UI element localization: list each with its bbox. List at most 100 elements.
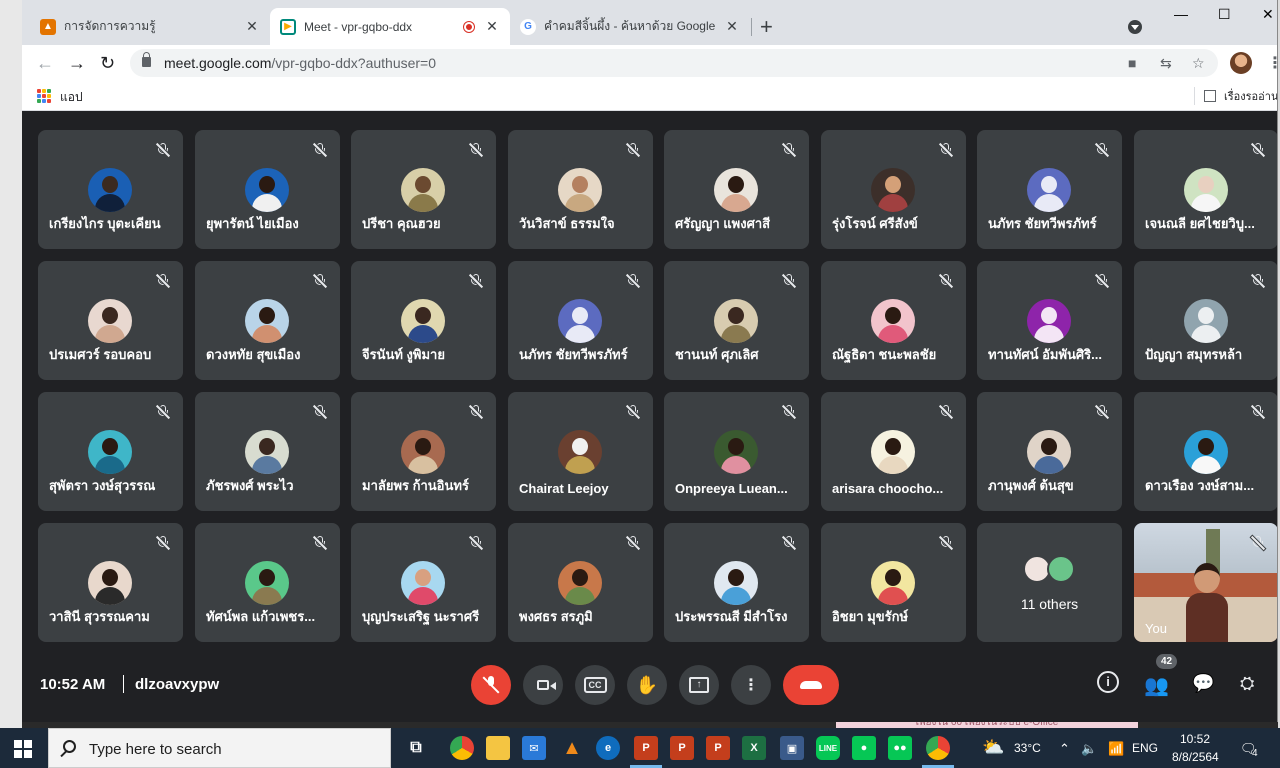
network-icon[interactable]: 📶 [1108,741,1124,757]
participant-tile[interactable]: รุ่งโรจน์ ศรีสังข์ [821,130,966,249]
participant-tile[interactable]: วาสินี สุวรรณคาม [38,523,183,642]
participant-tile[interactable]: ปัญญา สมุทรหล้า [1134,261,1277,380]
weather-icon[interactable]: ⛅ [982,737,1004,758]
participant-tile[interactable]: มาลัยพร ก้านอินทร์ [351,392,496,511]
taskbar-search-box[interactable]: Type here to search [48,728,391,768]
participant-tile[interactable]: ปรเมศวร์ รอบคอบ [38,261,183,380]
tab-knowledge-management[interactable]: ▲ การจัดการความรู้ ✕ [30,8,270,45]
forward-arrow-icon[interactable]: → [68,53,86,73]
participant-tile[interactable]: ภานุพงศ์ ต้นสุข [977,392,1122,511]
close-tab-icon[interactable]: ✕ [244,18,260,35]
participant-tile[interactable]: ยุพารัตน์ ไยเมือง [195,130,340,249]
participant-tile[interactable]: เจนณลี ยศไชยวิบู... [1134,130,1277,249]
participant-tile[interactable]: จีรนันท์ งูพิมาย [351,261,496,380]
avatar [401,430,445,474]
participant-tile[interactable]: arisara choocho... [821,392,966,511]
participant-tile[interactable]: Onpreeya Luean... [664,392,809,511]
translate-icon[interactable]: ⇆ [1160,55,1172,72]
new-tab-button[interactable]: + [760,16,773,38]
camera-toggle-button[interactable] [523,665,563,705]
lock-icon[interactable] [142,52,151,67]
people-icon[interactable]: 👥 [1144,673,1169,698]
avatar [1184,430,1228,474]
task-view-icon[interactable]: ⧉ [404,736,428,760]
participant-tile[interactable]: ดวงหทัย สุขเมือง [195,261,340,380]
address-bar[interactable]: meet.google.com/vpr-gqbo-ddx?authuser=0 … [130,49,1218,77]
reading-list-button[interactable]: เรื่องรออ่าน [1204,87,1277,105]
participant-tile[interactable]: ศรัญญา แพงศาสี [664,130,809,249]
volume-icon[interactable]: 🔈 [1081,741,1097,757]
tab-google-search[interactable]: G คำคมสีจิ้นผึ้ง - ค้นหาด้วย Google ✕ [510,8,750,45]
participant-tile[interactable]: Chairat Leejoy [508,392,653,511]
avatar [1184,299,1228,343]
bookmark-star-icon[interactable]: ☆ [1192,55,1205,72]
chat-icon[interactable]: 💬 [1192,673,1214,694]
participant-tile[interactable]: ภัชรพงศ์ พระไว [195,392,340,511]
taskbar-clock-date[interactable]: 8/8/2564 [1172,750,1219,764]
avatar [558,561,602,605]
close-tab-icon[interactable]: ✕ [724,18,740,35]
participant-tile[interactable]: ชานนท์ ศุภเลิศ [664,261,809,380]
participant-tile[interactable]: นภัทร ชัยทวีพรภัทร์ [977,130,1122,249]
weather-temperature[interactable]: 33°C [1014,741,1041,755]
close-window-button[interactable]: ✕ [1262,6,1274,23]
reload-icon[interactable]: ↻ [100,53,115,73]
mail-icon[interactable]: ✉ [522,736,546,760]
minimize-button[interactable]: — [1174,6,1188,22]
maximize-button[interactable]: ☐ [1218,6,1231,23]
microphone-toggle-button[interactable] [471,665,511,705]
chrome-icon[interactable] [450,736,474,760]
participant-tile[interactable]: สุพัตรา วงษ์สุวรรณ [38,392,183,511]
vlc-icon[interactable]: ▲ [560,736,584,760]
others-tile[interactable]: 11 others [977,523,1122,642]
apps-bookmark[interactable]: แอป [60,88,83,107]
file-explorer-icon[interactable] [486,736,510,760]
powerpoint-icon[interactable]: P [670,736,694,760]
more-options-button[interactable]: ⋮ [731,665,771,705]
participant-tile[interactable]: ประพรรณสี มีสำโรง [664,523,809,642]
tab-meet[interactable]: ▶ Meet - vpr-gqbo-ddx ✕ [270,8,510,45]
windows-start-icon[interactable] [14,740,32,758]
participant-tile[interactable]: บุญประเสริฐ นะราศรี [351,523,496,642]
participant-tile[interactable]: ดาวเรือง วงษ์สาม... [1134,392,1277,511]
participant-tile[interactable]: เกรียงไกร บุตะเคียน [38,130,183,249]
activities-icon[interactable]: ⛭ [1240,673,1254,694]
excel-icon[interactable]: X [742,736,766,760]
participant-tile[interactable]: ทัศน์พล แก้วเพชร... [195,523,340,642]
show-hidden-icons-chevron-icon[interactable]: ⌃ [1059,741,1070,757]
participant-tile[interactable]: ณัฐธิดา ชนะพลชัย [821,261,966,380]
others-label: 11 others [1020,596,1079,612]
line-app-icon[interactable]: LINE [816,736,840,760]
present-screen-button[interactable]: ↑ [679,665,719,705]
chrome-icon[interactable] [926,736,950,760]
profile-avatar[interactable] [1230,52,1252,74]
camera-in-use-icon[interactable]: ■ [1128,55,1136,71]
powerpoint-icon[interactable]: P [634,736,658,760]
participant-name: ศรัญญา แพงศาสี [675,216,771,231]
back-arrow-icon[interactable]: ← [36,53,54,73]
participant-name: วาสินี สุวรรณคาม [49,609,150,624]
close-tab-icon[interactable]: ✕ [484,18,500,35]
url-text[interactable]: meet.google.com/vpr-gqbo-ddx?authuser=0 [164,55,436,71]
browser-menu-icon[interactable]: ⋮ [1267,53,1277,73]
participant-tile[interactable]: อิชยา มุขรักษ์ [821,523,966,642]
powerpoint-icon[interactable]: P [706,736,730,760]
line-contact-icon[interactable]: ● [852,736,876,760]
participant-tile[interactable]: นภัทร ชัยทวีพรภัทร์ [508,261,653,380]
participant-tile[interactable]: วันวิสาข์ ธรรมใจ [508,130,653,249]
tab-search-icon[interactable] [1128,20,1142,34]
store-icon[interactable]: ▣ [780,736,804,760]
participant-tile[interactable]: ทานทัศน์ อัมพันศิริ... [977,261,1122,380]
input-language[interactable]: ENG [1132,741,1158,755]
captions-button[interactable]: CC [575,665,615,705]
edge-icon[interactable]: e [596,736,620,760]
participant-tile[interactable]: พงศธร สรภูมิ [508,523,653,642]
self-video-tile[interactable]: You [1134,523,1277,642]
participant-tile[interactable]: ปรีชา คุณฮวย [351,130,496,249]
taskbar-clock-time[interactable]: 10:52 [1180,732,1210,746]
line-group-icon[interactable]: ●● [888,736,912,760]
apps-grid-icon[interactable] [37,89,51,103]
meeting-info-icon[interactable]: i [1097,671,1119,693]
raise-hand-button[interactable]: ✋ [627,665,667,705]
leave-call-button[interactable] [783,665,839,705]
